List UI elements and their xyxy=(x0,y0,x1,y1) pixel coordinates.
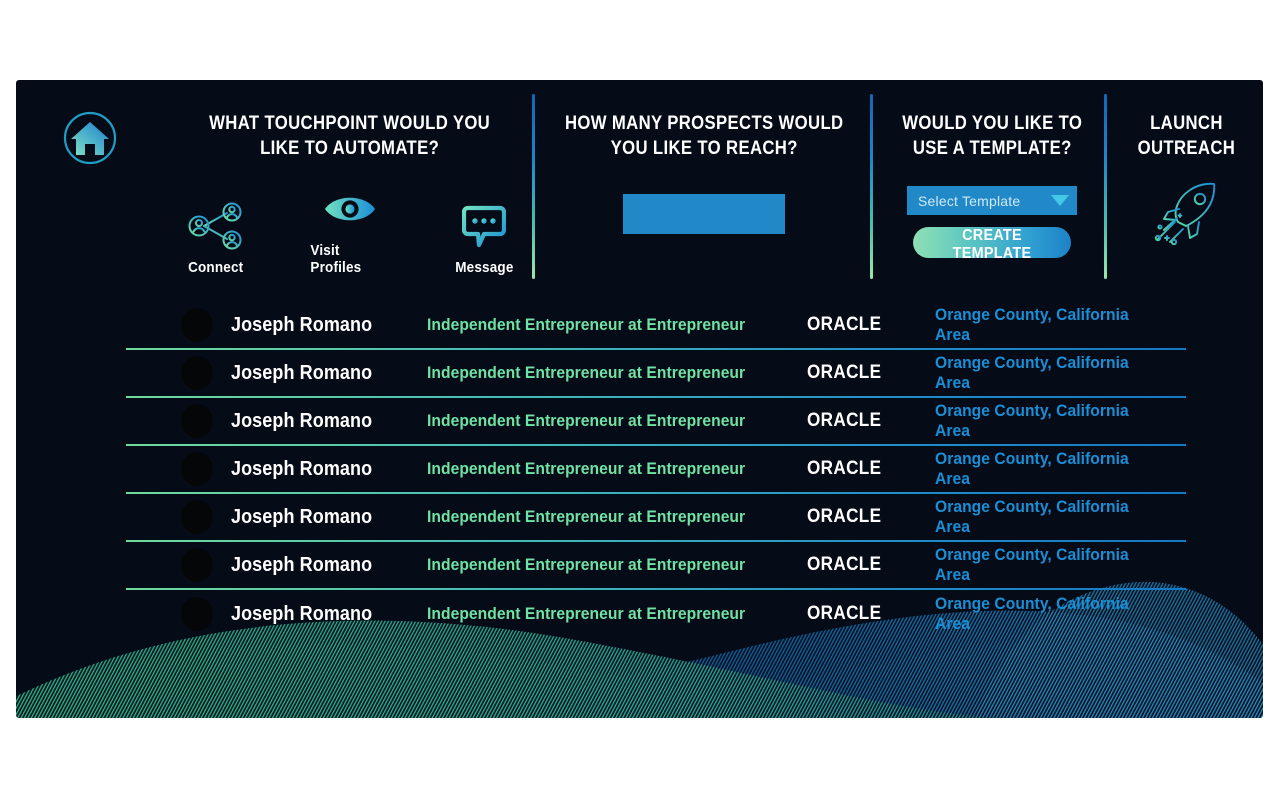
table-row[interactable]: Joseph Romano Independent Entrepreneur at… xyxy=(126,446,1186,494)
launch-title: LAUNCH OUTREACH xyxy=(1137,113,1235,159)
home-button-wrap xyxy=(16,80,164,166)
touchpoint-option-connect[interactable]: Connect xyxy=(172,200,260,276)
section-divider-3 xyxy=(1104,94,1107,279)
prospect-company: ORACLE xyxy=(807,362,882,383)
prospect-headline: Independent Entrepreneur at Entrepreneur xyxy=(427,555,746,574)
prospect-location: Orange County, California Area xyxy=(935,401,1129,440)
prospect-name: Joseph Romano xyxy=(231,553,373,576)
avatar xyxy=(181,548,213,582)
avatar-cell xyxy=(126,356,231,390)
avatar xyxy=(181,404,213,438)
prospect-location: Orange County, California Area xyxy=(935,497,1129,536)
table-row[interactable]: Joseph Romano Independent Entrepreneur at… xyxy=(126,494,1186,542)
table-row[interactable]: Joseph Romano Independent Entrepreneur at… xyxy=(126,350,1186,398)
prospect-location: Orange County, California Area xyxy=(935,305,1129,344)
select-template-value: Select Template xyxy=(918,192,1021,209)
prospect-location: Orange County, California Area xyxy=(935,594,1129,633)
prospect-company: ORACLE xyxy=(807,314,882,335)
home-icon[interactable] xyxy=(62,110,118,166)
section-divider-1 xyxy=(532,94,535,279)
touchpoint-option-message[interactable]: Message xyxy=(440,200,528,276)
visit-profiles-icon-wrap xyxy=(322,183,378,235)
touchpoint-label-connect: Connect xyxy=(188,259,244,277)
launch-section: LAUNCH OUTREACH xyxy=(1112,80,1260,254)
prospect-headline: Independent Entrepreneur at Entrepreneur xyxy=(427,363,746,382)
create-template-label: CREATE TEMPLATE xyxy=(952,227,1032,263)
table-row[interactable]: Joseph Romano Independent Entrepreneur at… xyxy=(126,302,1186,350)
control-header: WHAT TOUCHPOINT WOULD YOU LIKE TO AUTOMA… xyxy=(16,80,1263,290)
prospect-table: Joseph Romano Independent Entrepreneur at… xyxy=(126,302,1186,638)
avatar-cell xyxy=(126,500,231,534)
avatar-cell xyxy=(126,597,231,631)
table-row[interactable]: Joseph Romano Independent Entrepreneur at… xyxy=(126,542,1186,590)
touchpoint-section: WHAT TOUCHPOINT WOULD YOU LIKE TO AUTOMA… xyxy=(164,80,536,276)
prospect-company: ORACLE xyxy=(807,554,882,575)
touchpoint-options: Connect Visit Profiles Message xyxy=(172,183,528,276)
avatar xyxy=(181,597,213,631)
table-row[interactable]: Joseph Romano Independent Entrepreneur at… xyxy=(126,590,1186,638)
touchpoint-option-visit-profiles[interactable]: Visit Profiles xyxy=(306,183,394,276)
prospect-name: Joseph Romano xyxy=(231,602,373,625)
select-template-dropdown[interactable]: Select Template xyxy=(907,186,1077,216)
avatar-cell xyxy=(126,404,231,438)
avatar-cell xyxy=(126,308,231,342)
prospect-count-input[interactable] xyxy=(623,194,785,235)
connect-icon-wrap xyxy=(185,200,247,252)
eye-icon xyxy=(325,198,375,221)
template-section: WOULD YOU LIKE TO USE A TEMPLATE? Select… xyxy=(872,80,1112,262)
prospect-headline: Independent Entrepreneur at Entrepreneur xyxy=(427,459,746,478)
touchpoint-label-visit-profiles: Visit Profiles xyxy=(310,242,362,277)
prospect-headline: Independent Entrepreneur at Entrepreneur xyxy=(427,411,746,430)
network-people-icon xyxy=(188,202,242,250)
avatar xyxy=(181,500,213,534)
touchpoint-label-message: Message xyxy=(454,259,514,277)
avatar-cell xyxy=(126,452,231,486)
prospect-name: Joseph Romano xyxy=(231,457,373,480)
message-icon-wrap xyxy=(462,200,506,252)
avatar xyxy=(181,356,213,390)
prospect-name: Joseph Romano xyxy=(231,409,373,432)
prospect-location: Orange County, California Area xyxy=(935,545,1129,584)
chevron-down-icon xyxy=(1051,195,1069,207)
create-template-button[interactable]: CREATE TEMPLATE xyxy=(913,227,1071,262)
template-title: WOULD YOU LIKE TO USE A TEMPLATE? xyxy=(901,113,1082,159)
prospect-company: ORACLE xyxy=(807,506,882,527)
prospect-headline: Independent Entrepreneur at Entrepreneur xyxy=(427,507,746,526)
rocket-icon xyxy=(1154,183,1216,246)
prospects-title: HOW MANY PROSPECTS WOULD YOU LIKE TO REA… xyxy=(564,113,844,159)
prospect-name: Joseph Romano xyxy=(231,313,373,336)
prospect-name: Joseph Romano xyxy=(231,505,373,528)
touchpoint-title: WHAT TOUCHPOINT WOULD YOU LIKE TO AUTOMA… xyxy=(209,113,491,159)
prospect-headline: Independent Entrepreneur at Entrepreneur xyxy=(427,315,746,334)
prospect-company: ORACLE xyxy=(807,410,882,431)
avatar xyxy=(181,452,213,486)
prospects-section: HOW MANY PROSPECTS WOULD YOU LIKE TO REA… xyxy=(536,80,872,235)
speech-bubble-icon xyxy=(462,206,506,248)
launch-outreach-button[interactable] xyxy=(1150,181,1222,254)
section-divider-2 xyxy=(870,94,873,279)
avatar-cell xyxy=(126,548,231,582)
prospect-company: ORACLE xyxy=(807,458,882,479)
prospect-location: Orange County, California Area xyxy=(935,353,1129,392)
prospect-headline: Independent Entrepreneur at Entrepreneur xyxy=(427,604,746,623)
prospect-location: Orange County, California Area xyxy=(935,449,1129,488)
app-window: WHAT TOUCHPOINT WOULD YOU LIKE TO AUTOMA… xyxy=(16,80,1263,718)
prospect-name: Joseph Romano xyxy=(231,361,373,384)
avatar xyxy=(181,308,213,342)
table-row[interactable]: Joseph Romano Independent Entrepreneur at… xyxy=(126,398,1186,446)
prospect-company: ORACLE xyxy=(807,603,882,624)
